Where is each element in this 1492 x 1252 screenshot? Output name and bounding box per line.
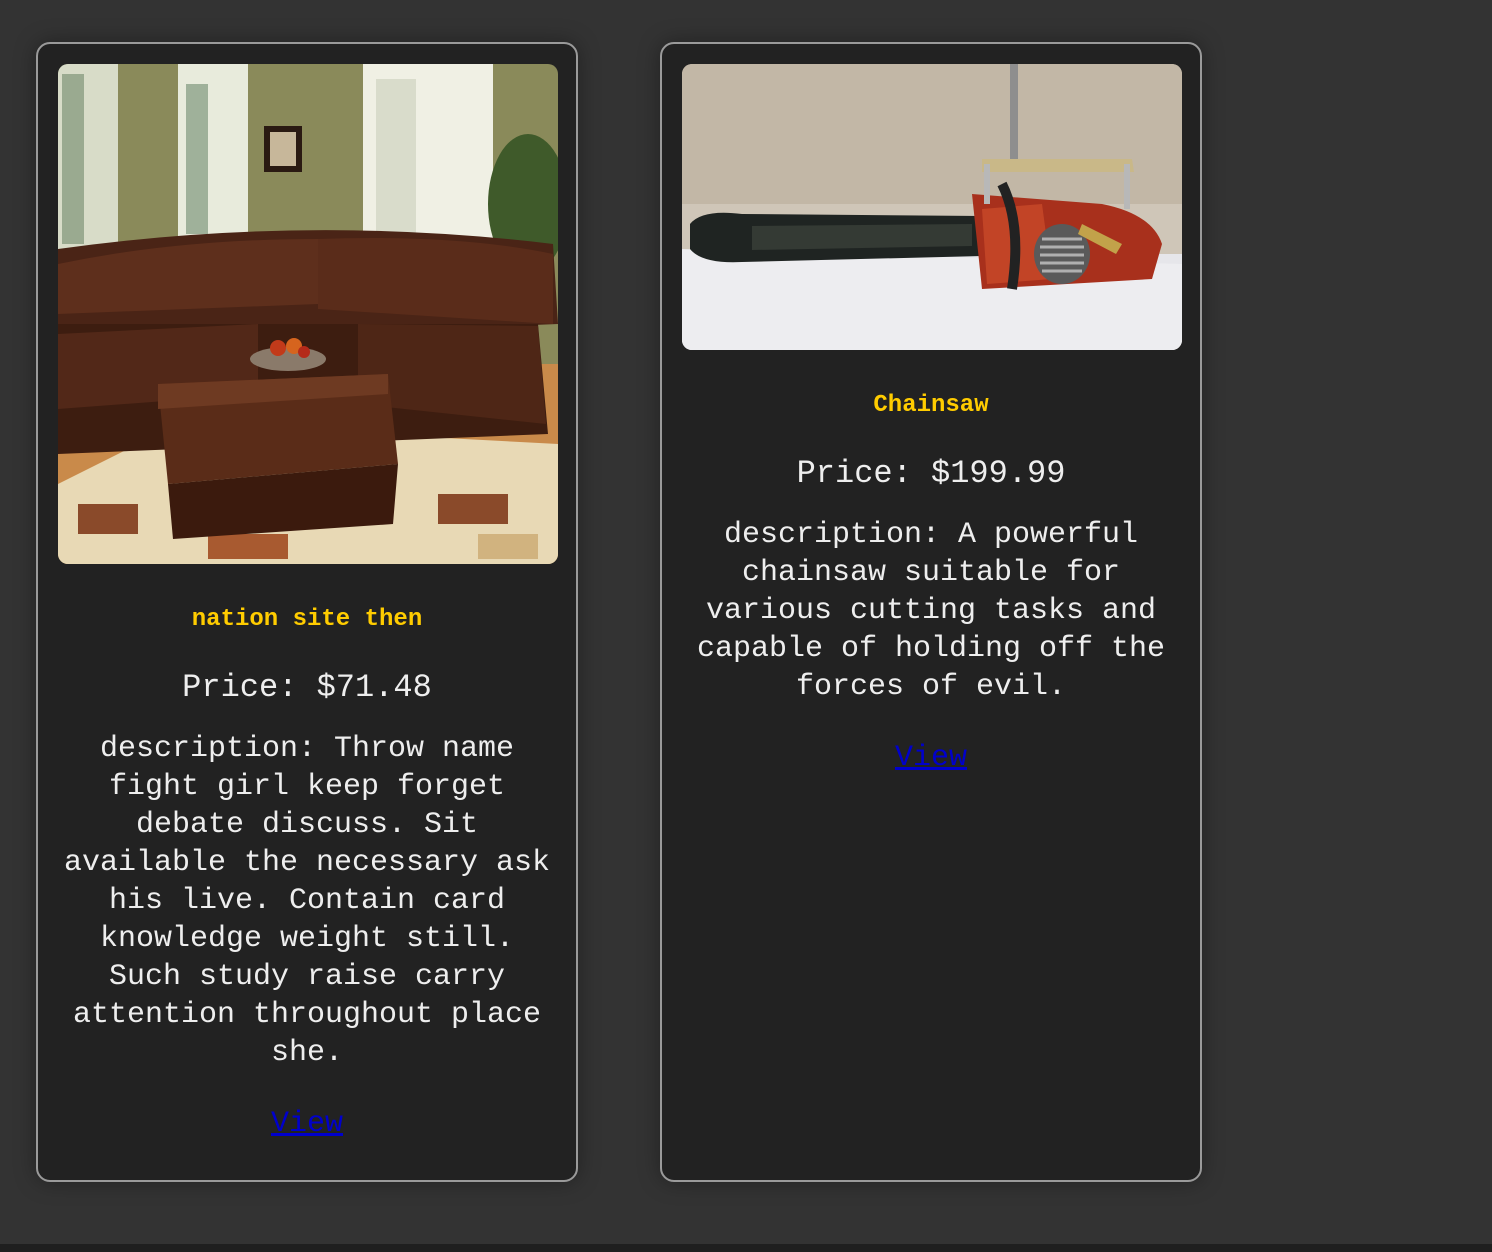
view-link[interactable]: View	[271, 1104, 343, 1144]
bottom-bar	[0, 1244, 1492, 1252]
product-description: description: Throw name fight girl keep …	[63, 732, 551, 1070]
product-price: Price: $71.48	[182, 669, 432, 706]
product-description: description: A powerful chainsaw suitabl…	[696, 518, 1166, 704]
product-card: Chainsaw Price: $199.99 description: A p…	[660, 42, 1202, 1182]
product-image-chainsaw	[682, 64, 1182, 350]
product-title: Chainsaw	[873, 392, 989, 419]
product-card: nation site then Price: $71.48 descripti…	[36, 42, 578, 1182]
product-image-sofa	[58, 64, 558, 564]
view-link[interactable]: View	[895, 738, 967, 778]
product-title: nation site then	[191, 606, 423, 633]
product-price: Price: $199.99	[796, 455, 1066, 492]
